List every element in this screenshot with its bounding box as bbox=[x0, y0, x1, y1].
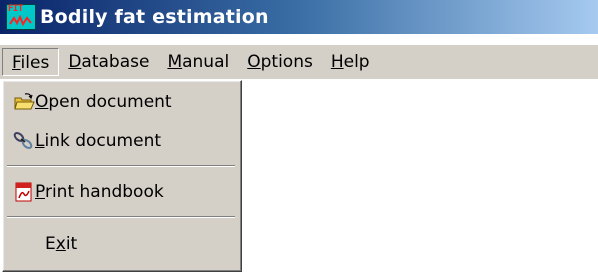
open-document-label: pen document bbox=[48, 92, 172, 112]
menu-options-accel: O bbox=[247, 52, 261, 72]
menu-database-accel: D bbox=[68, 52, 82, 72]
print-handbook-accel: P bbox=[35, 182, 45, 202]
link-chain-icon bbox=[13, 131, 35, 151]
menu-files-label: iles bbox=[20, 53, 50, 73]
menu-separator bbox=[7, 216, 235, 218]
fit-app-icon[interactable]: FIT bbox=[6, 4, 36, 30]
menu-manual-label: anual bbox=[182, 52, 230, 72]
menu-database-label: atabase bbox=[81, 52, 150, 72]
app-window: FIT Bodily fat estimation Files Database… bbox=[0, 0, 598, 279]
menu-item-exit[interactable]: Exit bbox=[3, 229, 239, 259]
menu-manual-accel: M bbox=[167, 52, 183, 72]
menu-help[interactable]: Help bbox=[322, 48, 379, 76]
menu-item-open-document[interactable]: Open document bbox=[3, 87, 239, 117]
pdf-print-icon bbox=[13, 182, 35, 202]
menu-icon-placeholder bbox=[13, 234, 35, 254]
exit-accel: x bbox=[55, 234, 66, 254]
menu-database[interactable]: Database bbox=[59, 48, 158, 76]
menu-help-accel: H bbox=[330, 52, 344, 72]
app-icon-graphic bbox=[9, 15, 32, 27]
link-document-label: ink document bbox=[44, 131, 162, 151]
menu-separator bbox=[7, 165, 235, 167]
menu-files[interactable]: Files bbox=[2, 48, 60, 76]
menu-options-label: ptions bbox=[260, 52, 313, 72]
title-bar[interactable]: FIT Bodily fat estimation bbox=[0, 0, 598, 34]
menu-options[interactable]: Options bbox=[238, 48, 322, 76]
menu-bar: Files Database Manual Options Help bbox=[0, 45, 598, 79]
files-dropdown-menu: Open document Link document Print handbo… bbox=[2, 80, 242, 272]
menu-item-link-document[interactable]: Link document bbox=[3, 126, 239, 156]
menu-help-label: elp bbox=[343, 52, 370, 72]
menu-item-print-handbook[interactable]: Print handbook bbox=[3, 177, 239, 207]
exit-label-rest: it bbox=[65, 234, 78, 254]
open-document-accel: O bbox=[35, 92, 49, 112]
menu-manual[interactable]: Manual bbox=[158, 48, 238, 76]
window-title: Bodily fat estimation bbox=[40, 6, 269, 28]
print-handbook-label: rint handbook bbox=[44, 182, 164, 202]
exit-label-pre: E bbox=[45, 234, 56, 254]
menu-files-accel: F bbox=[12, 53, 21, 73]
app-icon-text: FIT bbox=[8, 4, 23, 14]
open-folder-icon bbox=[13, 92, 35, 112]
